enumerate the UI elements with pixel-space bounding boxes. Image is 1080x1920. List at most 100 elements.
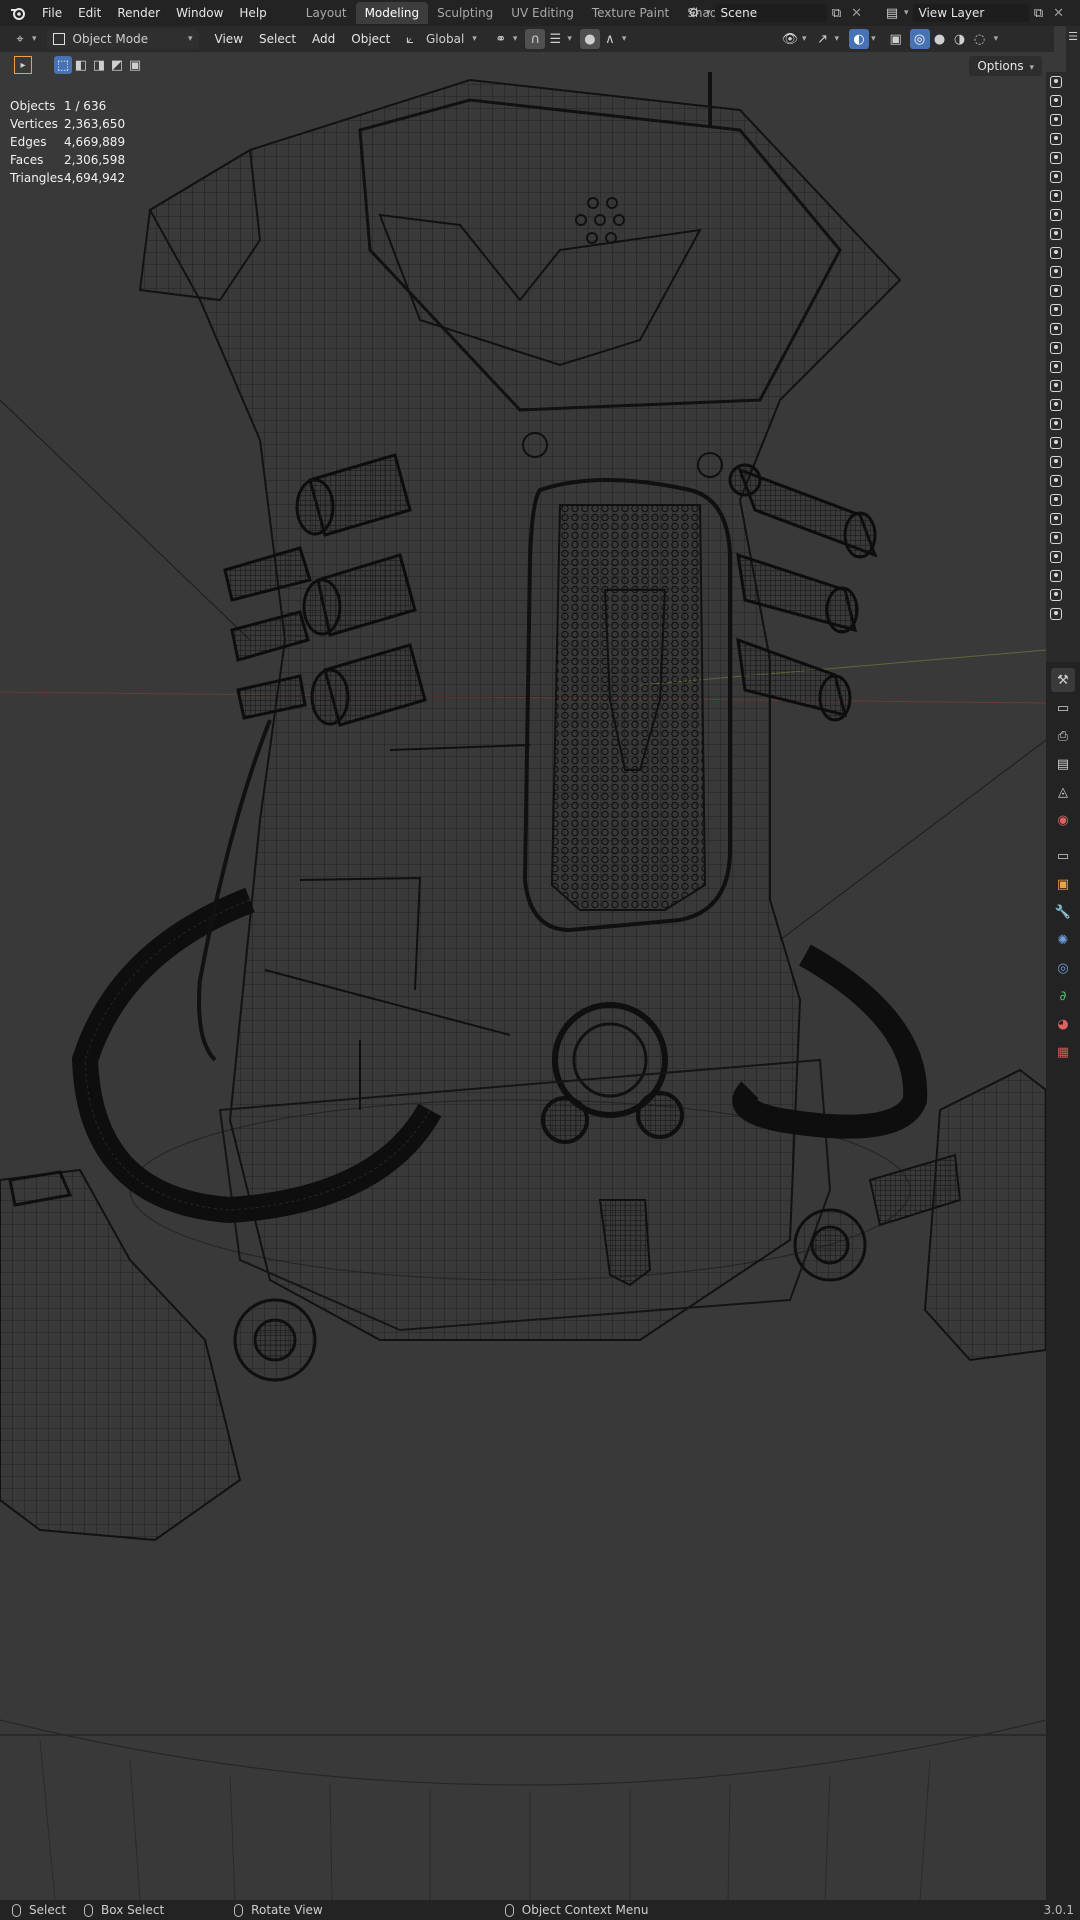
render-toggle-camera-icon[interactable]: [1050, 475, 1062, 487]
outliner-edge[interactable]: ☰: [1066, 26, 1080, 662]
scene-field[interactable]: Scene: [714, 4, 827, 22]
view-layer-field[interactable]: View Layer: [912, 4, 1029, 22]
xray-icon[interactable]: ▣: [886, 29, 906, 49]
header-menu-select[interactable]: Select: [251, 28, 304, 50]
proportional-edit-icon[interactable]: ●: [579, 29, 600, 49]
blender-version: 3.0.1: [1043, 1903, 1074, 1917]
render-toggle-camera-icon[interactable]: [1050, 570, 1062, 582]
snap-target-icon[interactable]: ☰: [545, 29, 565, 49]
render-toggle-camera-icon[interactable]: [1050, 323, 1062, 335]
menu-file[interactable]: File: [34, 2, 70, 24]
active-tool-icon[interactable]: ▸: [14, 56, 32, 74]
physics-icon[interactable]: ◎: [1051, 956, 1075, 980]
tool-icon[interactable]: ⚒: [1051, 668, 1075, 692]
visibility-icon[interactable]: 👁: [780, 29, 800, 49]
menu-render[interactable]: Render: [109, 2, 168, 24]
options-button[interactable]: Options ▾: [969, 56, 1042, 76]
status-rotate-view: Rotate View: [251, 1903, 323, 1917]
blender-logo-icon[interactable]: [8, 3, 28, 23]
render-toggle-camera-icon[interactable]: [1050, 361, 1062, 373]
menu-edit[interactable]: Edit: [70, 2, 109, 24]
select-new-icon[interactable]: ⬚: [54, 56, 72, 74]
wireframe-model: [0, 72, 1046, 1900]
stat-label: Triangles: [10, 171, 64, 185]
tab-texture-paint[interactable]: Texture Paint: [583, 2, 678, 24]
render-toggle-camera-icon[interactable]: [1050, 304, 1062, 316]
texture-icon[interactable]: ▦: [1051, 1040, 1075, 1064]
render-toggle-camera-icon[interactable]: [1050, 418, 1062, 430]
new-scene-icon[interactable]: ⧉: [827, 3, 847, 23]
new-view-layer-icon[interactable]: ⧉: [1029, 3, 1049, 23]
tab-layout[interactable]: Layout: [297, 2, 356, 24]
rendered-shading-icon[interactable]: ◌: [970, 29, 990, 49]
viewport-statistics: Objects 1 / 636 Vertices 2,363,650 Edges 4,66…: [10, 97, 125, 187]
falloff-icon[interactable]: ∧: [600, 29, 620, 49]
material-icon[interactable]: ◕: [1051, 1012, 1075, 1036]
view-layer-icon[interactable]: ▤: [882, 3, 902, 23]
tab-sculpting[interactable]: Sculpting: [428, 2, 502, 24]
tab-modeling[interactable]: Modeling: [355, 2, 429, 24]
mode-dropdown[interactable]: Object Mode ▾: [46, 29, 199, 49]
render-toggle-camera-icon[interactable]: [1050, 437, 1062, 449]
select-invert-icon[interactable]: ◩: [108, 56, 126, 74]
tab-uv-editing[interactable]: UV Editing: [502, 2, 583, 24]
select-intersect-icon[interactable]: ▣: [126, 56, 144, 74]
scene-icon[interactable]: ◬: [1051, 780, 1075, 804]
remove-view-layer-icon[interactable]: ✕: [1049, 3, 1069, 23]
orientation-dropdown[interactable]: Global ▾: [420, 29, 483, 49]
transform-orientation-icon[interactable]: ⟀: [400, 29, 420, 49]
status-bar: Select Box Select Rotate View Object Con…: [0, 1900, 1080, 1920]
outliner-icon[interactable]: ☰: [1066, 26, 1080, 46]
view-layer-icon[interactable]: ▤: [1051, 752, 1075, 776]
collection-icon[interactable]: ▭: [1051, 844, 1075, 868]
render-toggle-camera-icon[interactable]: [1050, 494, 1062, 506]
remove-scene-icon[interactable]: ✕: [847, 3, 867, 23]
pivot-icon[interactable]: ⚭: [491, 29, 511, 49]
overlays-icon[interactable]: ◐: [849, 29, 870, 49]
header-menu-view[interactable]: View: [207, 28, 251, 50]
render-toggle-camera-icon[interactable]: [1050, 532, 1062, 544]
menu-window[interactable]: Window: [168, 2, 231, 24]
render-icon[interactable]: ▭: [1051, 696, 1075, 720]
header-menu-add[interactable]: Add: [304, 28, 343, 50]
render-toggle-camera-icon[interactable]: [1050, 266, 1062, 278]
stat-value: 1 / 636: [64, 99, 107, 113]
render-toggle-camera-icon[interactable]: [1050, 551, 1062, 563]
render-toggle-camera-icon[interactable]: [1050, 380, 1062, 392]
render-toggle-camera-icon[interactable]: [1050, 228, 1062, 240]
render-toggle-camera-icon[interactable]: [1050, 285, 1062, 297]
material-shading-icon[interactable]: ◑: [950, 29, 970, 49]
3d-viewport[interactable]: Objects 1 / 636 Vertices 2,363,650 Edges 4,66…: [0, 52, 1046, 1900]
render-toggle-camera-icon[interactable]: [1050, 342, 1062, 354]
constraints-icon[interactable]: ∂: [1051, 984, 1075, 1008]
editor-type-icon[interactable]: ⌖: [10, 29, 30, 49]
solid-shading-icon[interactable]: ●: [930, 29, 950, 49]
render-toggle-camera-icon[interactable]: [1050, 399, 1062, 411]
render-toggle-camera-icon[interactable]: [1050, 171, 1062, 183]
world-icon[interactable]: ◉: [1051, 808, 1075, 832]
render-toggle-camera-icon[interactable]: [1050, 589, 1062, 601]
render-toggle-camera-icon[interactable]: [1050, 76, 1062, 88]
gizmo-icon[interactable]: ↗: [813, 29, 833, 49]
render-toggle-camera-icon[interactable]: [1050, 456, 1062, 468]
snap-icon[interactable]: ∩: [525, 29, 546, 49]
render-toggle-camera-icon[interactable]: [1050, 608, 1062, 620]
wireframe-shading-icon[interactable]: ◎: [909, 29, 930, 49]
render-toggle-camera-icon[interactable]: [1050, 209, 1062, 221]
header-menu-object[interactable]: Object: [343, 28, 398, 50]
select-extend-icon[interactable]: ◧: [72, 56, 90, 74]
render-toggle-camera-icon[interactable]: [1050, 247, 1062, 259]
output-icon[interactable]: ⎙: [1051, 724, 1075, 748]
render-toggle-camera-icon[interactable]: [1050, 95, 1062, 107]
render-toggle-camera-icon[interactable]: [1050, 190, 1062, 202]
modifier-icon[interactable]: 🔧: [1051, 900, 1075, 924]
select-subtract-icon[interactable]: ◨: [90, 56, 108, 74]
render-toggle-camera-icon[interactable]: [1050, 114, 1062, 126]
particles-icon[interactable]: ✺: [1051, 928, 1075, 952]
render-toggle-camera-icon[interactable]: [1050, 152, 1062, 164]
menu-help[interactable]: Help: [231, 2, 274, 24]
render-toggle-camera-icon[interactable]: [1050, 133, 1062, 145]
scene-icon[interactable]: ⚙: [684, 3, 704, 23]
object-icon[interactable]: ▣: [1051, 872, 1075, 896]
render-toggle-camera-icon[interactable]: [1050, 513, 1062, 525]
